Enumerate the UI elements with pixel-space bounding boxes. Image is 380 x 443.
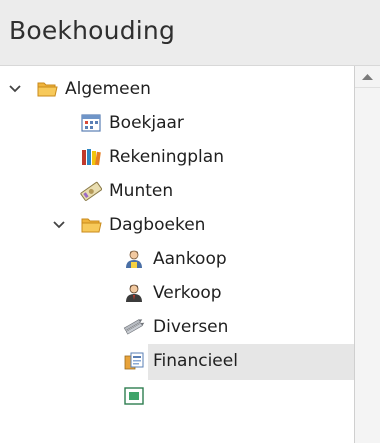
tree-item-verkoop[interactable]: Verkoop [0, 276, 354, 310]
tree-item-rekeningplan[interactable]: Rekeningplan [0, 140, 354, 174]
tree-item-munten[interactable]: Munten [0, 174, 354, 208]
folder-icon [37, 82, 58, 97]
tree-item-label: Boekjaar [109, 113, 184, 133]
tree-item-label: Dagboeken [109, 215, 206, 235]
tree-item-partial[interactable] [0, 378, 354, 412]
tree-item-financieel[interactable]: Financieel [0, 344, 354, 380]
tree-item-algemeen[interactable]: Algemeen [0, 72, 354, 106]
tree-item-label: Algemeen [65, 79, 151, 99]
calendar-icon [81, 114, 101, 132]
user-icon [126, 250, 142, 268]
tree-item-label: Rekeningplan [109, 147, 224, 167]
chevron-down-icon[interactable] [8, 83, 22, 95]
pencils-icon [123, 319, 145, 335]
tree-item-label: Diversen [153, 317, 229, 337]
scroll-up-button[interactable] [355, 66, 380, 88]
books-icon [82, 149, 101, 166]
ledger-icon [124, 387, 144, 405]
tree-item-diversen[interactable]: Diversen [0, 310, 354, 344]
tree-item-label: Munten [109, 181, 174, 201]
folder-icon [81, 218, 102, 233]
tree-item-dagboeken[interactable]: Dagboeken [0, 208, 354, 242]
tree-item-label: Financieel [153, 351, 238, 371]
vertical-scrollbar[interactable] [354, 66, 380, 443]
user-dark-icon [126, 284, 142, 302]
page-title: Boekhouding [9, 16, 176, 45]
tree-item-label: Aankoop [153, 249, 227, 269]
tree-item-boekjaar[interactable]: Boekjaar [0, 106, 354, 140]
chevron-down-icon[interactable] [52, 219, 66, 231]
app-header: Boekhouding [0, 0, 380, 66]
finance-icon [124, 352, 144, 370]
navigation-tree: Algemeen Boekjaar Rekeningplan Munten Da… [0, 66, 380, 443]
tree-item-label: Verkoop [153, 283, 222, 303]
banknote-icon [80, 181, 102, 201]
arrow-up-icon [362, 74, 373, 80]
tree-item-aankoop[interactable]: Aankoop [0, 242, 354, 276]
